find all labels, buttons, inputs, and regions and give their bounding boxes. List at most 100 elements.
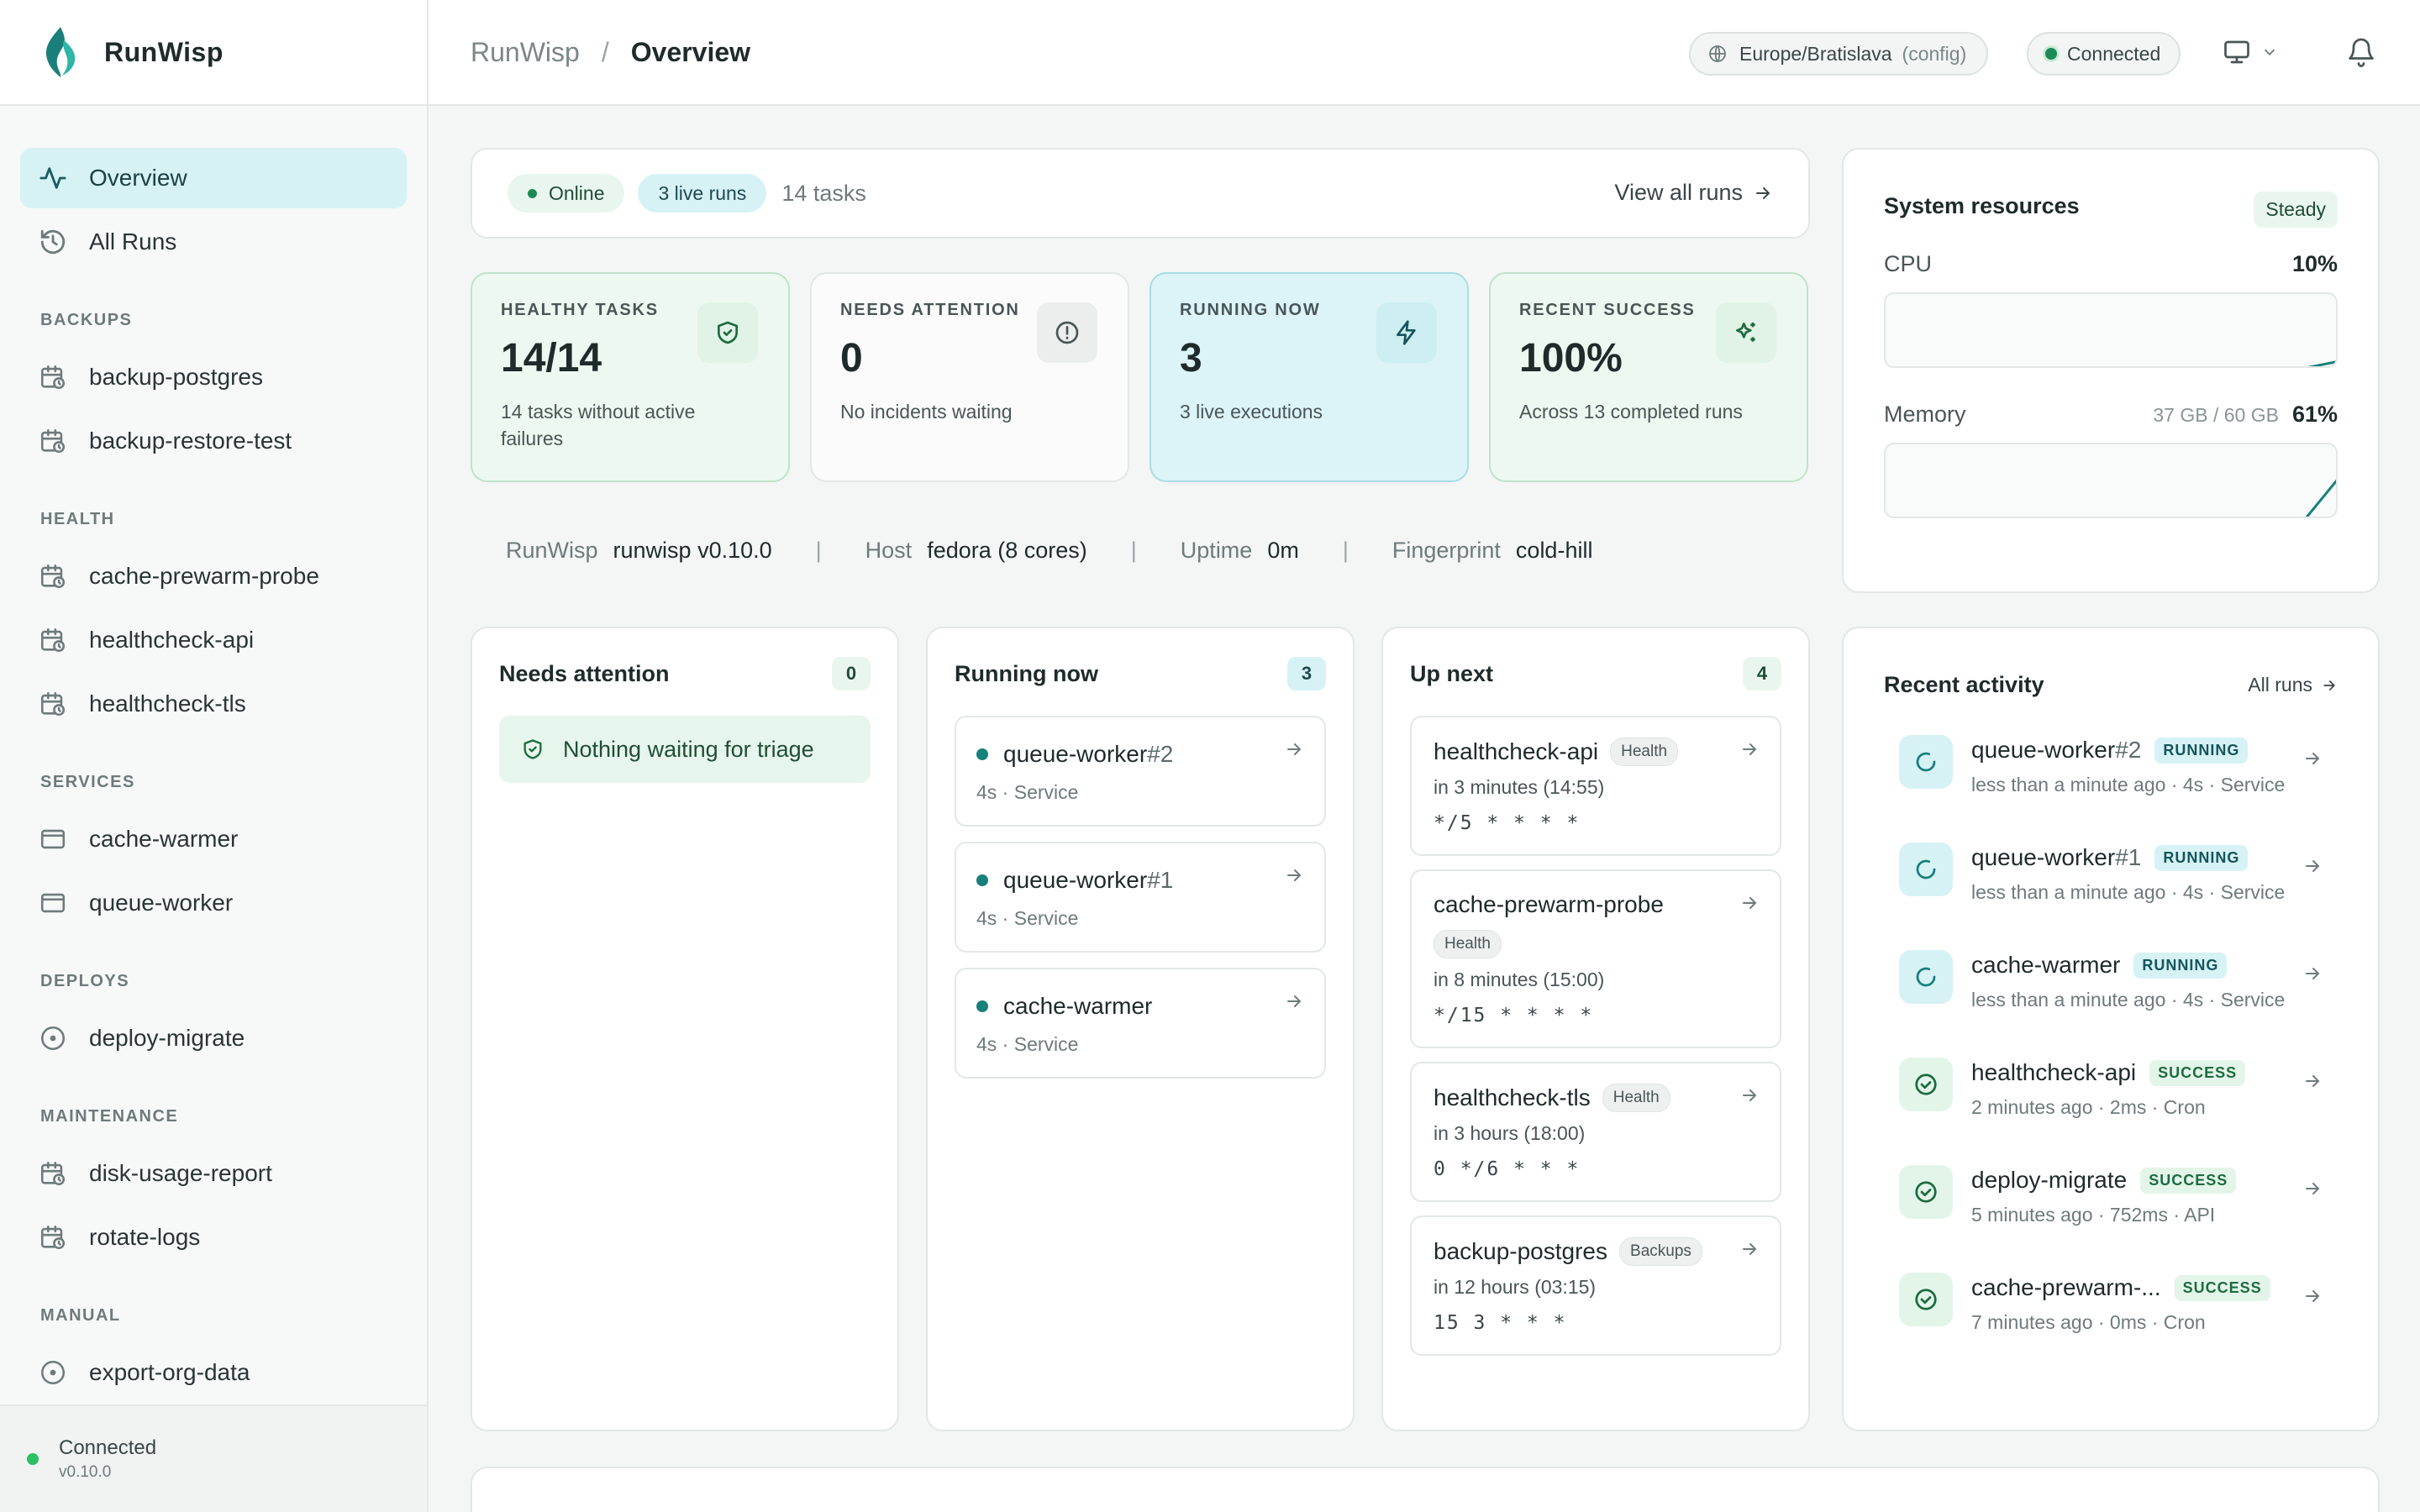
play-circle-icon — [40, 1026, 66, 1051]
all-runs-link[interactable]: All runs — [2248, 674, 2338, 696]
count-badge: 3 — [1287, 657, 1326, 690]
stat-healthy-tasks[interactable]: HEALTHY TASKS 14/14 14 tasks without act… — [471, 272, 790, 482]
sidebar-item-backup-restore-test[interactable]: backup-restore-test — [20, 411, 407, 471]
sidebar-item-deploy-migrate[interactable]: deploy-migrate — [20, 1008, 407, 1068]
globe-icon — [1709, 45, 1726, 62]
status-summary-card: Online 3 live runs 14 tasks View all run… — [471, 148, 1810, 239]
notifications-button[interactable] — [2346, 37, 2376, 71]
status-badge: SUCCESS — [2149, 1059, 2246, 1086]
arrow-right-icon — [2306, 1183, 2320, 1194]
task-name: cache-prewarm-probe — [1434, 891, 1664, 917]
count-badge: 4 — [1743, 657, 1781, 690]
running-list: queue-worker #2 4s · Service queue-worker… — [955, 716, 1326, 1079]
activity-item[interactable]: cache-prewarm-... SUCCESS 7 minutes ago ·… — [1884, 1273, 2338, 1380]
arrow-right-icon — [1756, 186, 1770, 199]
task-tag: Health — [1602, 1084, 1670, 1112]
activity-item[interactable]: deploy-migrate SUCCESS 5 minutes ago · 75… — [1884, 1165, 2338, 1273]
sidebar-item-cache-warmer[interactable]: cache-warmer — [20, 809, 407, 869]
stat-icon-wrap — [1037, 302, 1097, 363]
sidebar-section-title: DEPLOYS — [40, 972, 130, 990]
sidebar-item-label: queue-worker — [89, 890, 234, 916]
status-badge: RUNNING — [2154, 737, 2249, 764]
sidebar-item-healthcheck-tls[interactable]: healthcheck-tls — [20, 674, 407, 734]
breadcrumb-root[interactable]: RunWisp — [471, 37, 580, 68]
chevron-down-icon — [2264, 49, 2275, 56]
view-all-runs-label: View all runs — [1614, 180, 1743, 205]
task-tag: Health — [1610, 738, 1679, 766]
online-badge: Online — [508, 174, 625, 213]
run-name: cache-warmer — [1003, 993, 1153, 1019]
stat-description: No incidents waiting — [840, 401, 1013, 423]
running-item[interactable]: cache-warmer 4s · Service — [955, 968, 1326, 1079]
task-cron: */15 * * * * — [1434, 1005, 1594, 1026]
bottom-panel — [471, 1467, 2380, 1512]
sidebar: RunWisp Overview All Runs BACKUPS backup-… — [0, 0, 429, 1512]
calendar-clock-icon — [40, 627, 66, 653]
sidebar-item-disk-usage-report[interactable]: disk-usage-report — [20, 1143, 407, 1204]
topbar: RunWisp / Overview Europe/Bratislava (co… — [429, 0, 2420, 106]
status-badge: SUCCESS — [2140, 1167, 2237, 1194]
stat-recent-success[interactable]: RECENT SUCCESS 100% Across 13 completed … — [1489, 272, 1808, 482]
system-info-row: RunWisp runwisp v0.10.0 | Host fedora (8… — [506, 538, 1592, 564]
sidebar-item-cache-prewarm-probe[interactable]: cache-prewarm-probe — [20, 546, 407, 606]
sidebar-item-all-runs[interactable]: All Runs — [20, 212, 407, 272]
task-name: healthcheck-api — [1434, 738, 1599, 764]
page-title: Overview — [630, 36, 751, 67]
up-next-item[interactable]: cache-prewarm-probe Health in 8 minutes (… — [1410, 869, 1781, 1048]
info-uptime-value: 0m — [1267, 538, 1299, 563]
view-all-runs-link[interactable]: View all runs — [1614, 180, 1773, 206]
arrow-right-icon — [1287, 995, 1302, 1007]
sidebar-item-healthcheck-api[interactable]: healthcheck-api — [20, 610, 407, 670]
activity-item[interactable]: cache-warmer RUNNING less than a minute a… — [1884, 950, 2338, 1058]
brand[interactable]: RunWisp — [0, 0, 427, 106]
sidebar-item-rotate-logs[interactable]: rotate-logs — [20, 1207, 407, 1268]
sidebar-nav: Overview All Runs BACKUPS backup-postgres… — [0, 106, 427, 1467]
activity-item[interactable]: queue-worker #1 RUNNING less than a minute… — [1884, 843, 2338, 950]
sidebar-item-overview[interactable]: Overview — [20, 148, 407, 208]
arrow-right-icon — [2306, 753, 2320, 764]
monitor-icon — [2224, 40, 2249, 64]
task-cron: 15 3 * * * — [1434, 1312, 1567, 1334]
cpu-sparkline — [1884, 292, 2338, 368]
task-tag: Backups — [1619, 1237, 1702, 1266]
sidebar-item-backup-postgres[interactable]: backup-postgres — [20, 347, 407, 407]
check-circle-icon — [1915, 1181, 1937, 1203]
info-host-label: Host — [865, 538, 913, 563]
activity-name: healthcheck-api — [1971, 1059, 2137, 1085]
cpu-percent: 10% — [2291, 251, 2338, 276]
stat-needs-attention[interactable]: NEEDS ATTENTION 0 No incidents waiting — [810, 272, 1129, 482]
up-next-item[interactable]: healthcheck-api Health in 3 minutes (14:5… — [1410, 716, 1781, 856]
arrow-right-icon — [1743, 743, 1757, 755]
stat-running-now[interactable]: RUNNING NOW 3 3 live executions — [1150, 272, 1469, 482]
timezone-badge[interactable]: Europe/Bratislava (config) — [1689, 32, 1989, 76]
memory-percent: 61% — [2291, 402, 2338, 427]
activity-item[interactable]: queue-worker #2 RUNNING less than a minute… — [1884, 735, 2338, 843]
up-next-panel: Up next 4 healthcheck-api Health in 3 min… — [1381, 627, 1810, 1431]
arrow-right-icon — [1743, 1089, 1757, 1101]
sidebar-item-label: export-org-data — [89, 1359, 250, 1385]
sidebar-item-label: All Runs — [89, 228, 177, 255]
up-next-item[interactable]: backup-postgres Backups in 12 hours (03:1… — [1410, 1215, 1781, 1356]
running-item[interactable]: queue-worker #1 4s · Service — [955, 842, 1326, 953]
activity-meta: 5 minutes ago · 752ms · API — [1971, 1204, 2216, 1226]
sidebar-item-export-org-data[interactable]: export-org-data — [20, 1342, 407, 1403]
running-item[interactable]: queue-worker #2 4s · Service — [955, 716, 1326, 827]
panel-title: Up next — [1410, 660, 1494, 686]
activity-run-number: #1 — [2115, 844, 2142, 870]
play-circle-icon — [40, 1360, 66, 1385]
info-runwisp-label: RunWisp — [506, 538, 598, 563]
activity-item[interactable]: healthcheck-api SUCCESS 2 minutes ago · 2… — [1884, 1058, 2338, 1165]
panel-title: Recent activity — [1884, 672, 2044, 697]
calendar-clock-icon — [40, 564, 66, 589]
sidebar-item-queue-worker[interactable]: queue-worker — [20, 873, 407, 933]
cpu-label: CPU — [1884, 251, 1933, 276]
count-badge: 0 — [832, 657, 871, 690]
status-badge: RUNNING — [2133, 952, 2228, 979]
status-badge: SUCCESS — [2174, 1274, 2270, 1301]
theme-selector[interactable] — [2222, 37, 2279, 67]
task-next-time: in 12 hours (03:15) — [1434, 1276, 1597, 1298]
calendar-clock-icon — [40, 365, 66, 390]
activity-run-number: #2 — [2115, 737, 2142, 763]
online-dot-icon — [528, 188, 537, 198]
up-next-item[interactable]: healthcheck-tls Health in 3 hours (18:00)… — [1410, 1062, 1781, 1202]
